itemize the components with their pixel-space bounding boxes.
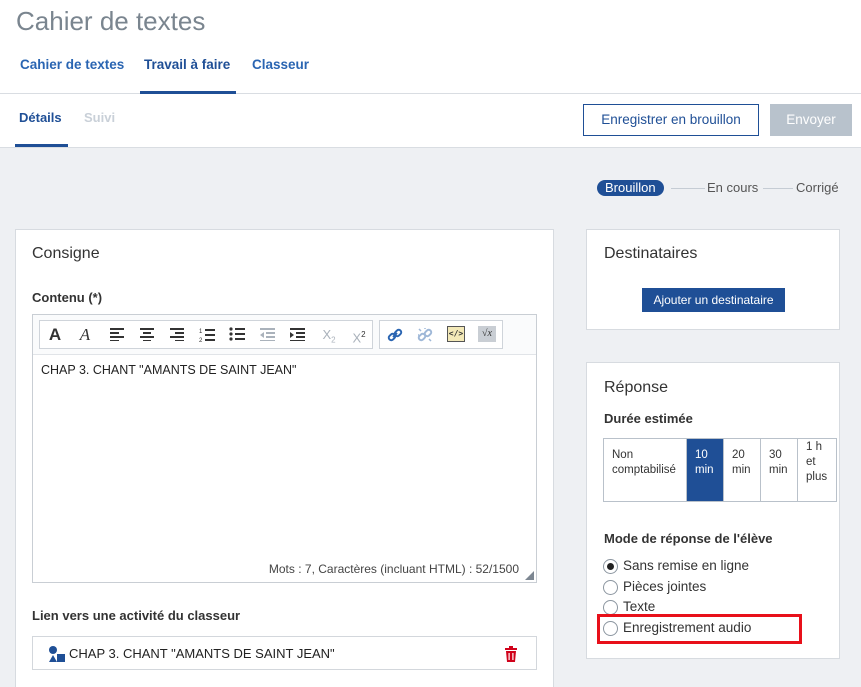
status-step-en-cours: En cours [707, 180, 759, 195]
radio-button[interactable] [603, 559, 618, 574]
subscript-index: 2 [331, 335, 336, 345]
align-right-icon[interactable] [162, 321, 192, 348]
duration-option-label: Non [612, 449, 634, 461]
status-step-corrige: Corrigé [796, 180, 839, 195]
destinataires-panel: Destinataires Ajouter un destinataire [586, 229, 840, 330]
duration-option[interactable]: 20 min [724, 439, 761, 501]
bold-icon[interactable]: A [40, 321, 70, 348]
highlight-annotation [597, 614, 802, 644]
detail-subbar: Détails Suivi Enregistrer en brouillon E… [0, 94, 861, 148]
save-draft-button[interactable]: Enregistrer en brouillon [583, 104, 759, 136]
consigne-title: Consigne [32, 245, 100, 262]
duration-option-selected[interactable]: 10 min [687, 439, 724, 501]
tab-suivi: Suivi [84, 110, 116, 125]
app-header: Cahier de textes Cahier de textes Travai… [0, 0, 861, 94]
status-stepper: Brouillon En cours Corrigé [597, 180, 847, 198]
radio-label: Texte [623, 599, 656, 614]
code-glyph: </> [447, 326, 465, 342]
unlink-icon[interactable] [410, 321, 440, 348]
subscript-icon: X2 [314, 321, 344, 348]
duration-selector: Non comptabilisé 10 min 20 min 30 min 1 … [603, 438, 837, 502]
activity-type-icon [49, 646, 65, 662]
superscript-icon: X2 [344, 321, 374, 348]
trash-icon[interactable] [504, 646, 518, 662]
response-mode-label: Mode de réponse de l'élève [604, 531, 773, 546]
linked-activity-label: Lien vers une activité du classeur [32, 608, 241, 623]
radio-label: Sans remise en ligne [623, 558, 750, 573]
duration-option[interactable]: 30 min [761, 439, 798, 501]
duration-option-label: 30 [769, 449, 782, 461]
duration-option[interactable]: Non comptabilisé [604, 439, 687, 501]
duration-option-label: 10 [695, 449, 708, 461]
superscript-index: 2 [361, 330, 366, 339]
tab-details[interactable]: Détails [15, 94, 68, 147]
content-label: Contenu (*) [32, 290, 103, 305]
tab-cahier-de-textes[interactable]: Cahier de textes [16, 46, 128, 94]
destinataires-title: Destinataires [604, 245, 698, 262]
word-counter: Mots : 7, Caractères (incluant HTML) : 5… [268, 562, 519, 576]
outdent-icon [252, 321, 282, 348]
ordered-list-icon[interactable]: 12 [192, 321, 222, 348]
math-formula-icon[interactable]: √x [472, 321, 502, 348]
radio-button[interactable] [603, 580, 618, 595]
duration-option[interactable]: 1 h et plus [798, 439, 836, 501]
tab-travail-a-faire[interactable]: Travail à faire [140, 46, 236, 94]
duration-option-label: min [695, 464, 714, 476]
linked-activity-item[interactable]: CHAP 3. CHANT "AMANTS DE SAINT JEAN" [32, 636, 537, 670]
status-connector [763, 188, 793, 189]
status-connector [671, 188, 705, 189]
subscript-glyph: X [322, 327, 332, 342]
align-left-icon[interactable] [102, 321, 132, 348]
duration-option-label: min [732, 464, 751, 476]
formatting-group: A A 12 X2 X2 [39, 320, 373, 349]
align-center-icon[interactable] [132, 321, 162, 348]
send-button: Envoyer [770, 104, 852, 136]
duration-option-label: plus [806, 471, 828, 483]
duration-option-label: et [806, 456, 816, 468]
radio-button[interactable] [603, 600, 618, 615]
duration-label: Durée estimée [604, 411, 693, 426]
radio-label: Pièces jointes [623, 579, 707, 594]
linked-activity-title: CHAP 3. CHANT "AMANTS DE SAINT JEAN" [69, 646, 335, 661]
bullet-list-icon[interactable] [222, 321, 252, 348]
superscript-glyph: X [352, 330, 362, 346]
status-step-brouillon: Brouillon [597, 180, 664, 196]
reponse-title: Réponse [604, 379, 669, 396]
consigne-panel: Consigne Contenu (*) A A 12 X2 X2 </> √x… [15, 229, 554, 687]
duration-option-label: 20 [732, 449, 745, 461]
italic-icon[interactable]: A [70, 321, 100, 348]
rich-text-editor[interactable]: A A 12 X2 X2 </> √x CHAP 3. CHANT "AMANT… [32, 314, 537, 583]
indent-icon[interactable] [282, 321, 312, 348]
insert-group: </> √x [379, 320, 503, 349]
svg-text:2: 2 [199, 338, 203, 343]
app-title: Cahier de textes [16, 6, 206, 36]
add-recipient-button[interactable]: Ajouter un destinataire [642, 288, 785, 312]
link-icon[interactable] [380, 321, 410, 348]
sqrt-glyph: √x [478, 326, 496, 342]
duration-option-label: comptabilisé [612, 464, 676, 476]
svg-text:1: 1 [199, 329, 203, 335]
duration-option-label: 1 h [806, 441, 822, 453]
resize-handle[interactable] [525, 571, 534, 580]
duration-option-label: min [769, 464, 788, 476]
editor-text[interactable]: CHAP 3. CHANT "AMANTS DE SAINT JEAN" [41, 363, 296, 377]
source-code-icon[interactable]: </> [441, 321, 471, 348]
tab-classeur[interactable]: Classeur [248, 46, 313, 94]
editor-toolbar: A A 12 X2 X2 </> √x [33, 315, 536, 355]
